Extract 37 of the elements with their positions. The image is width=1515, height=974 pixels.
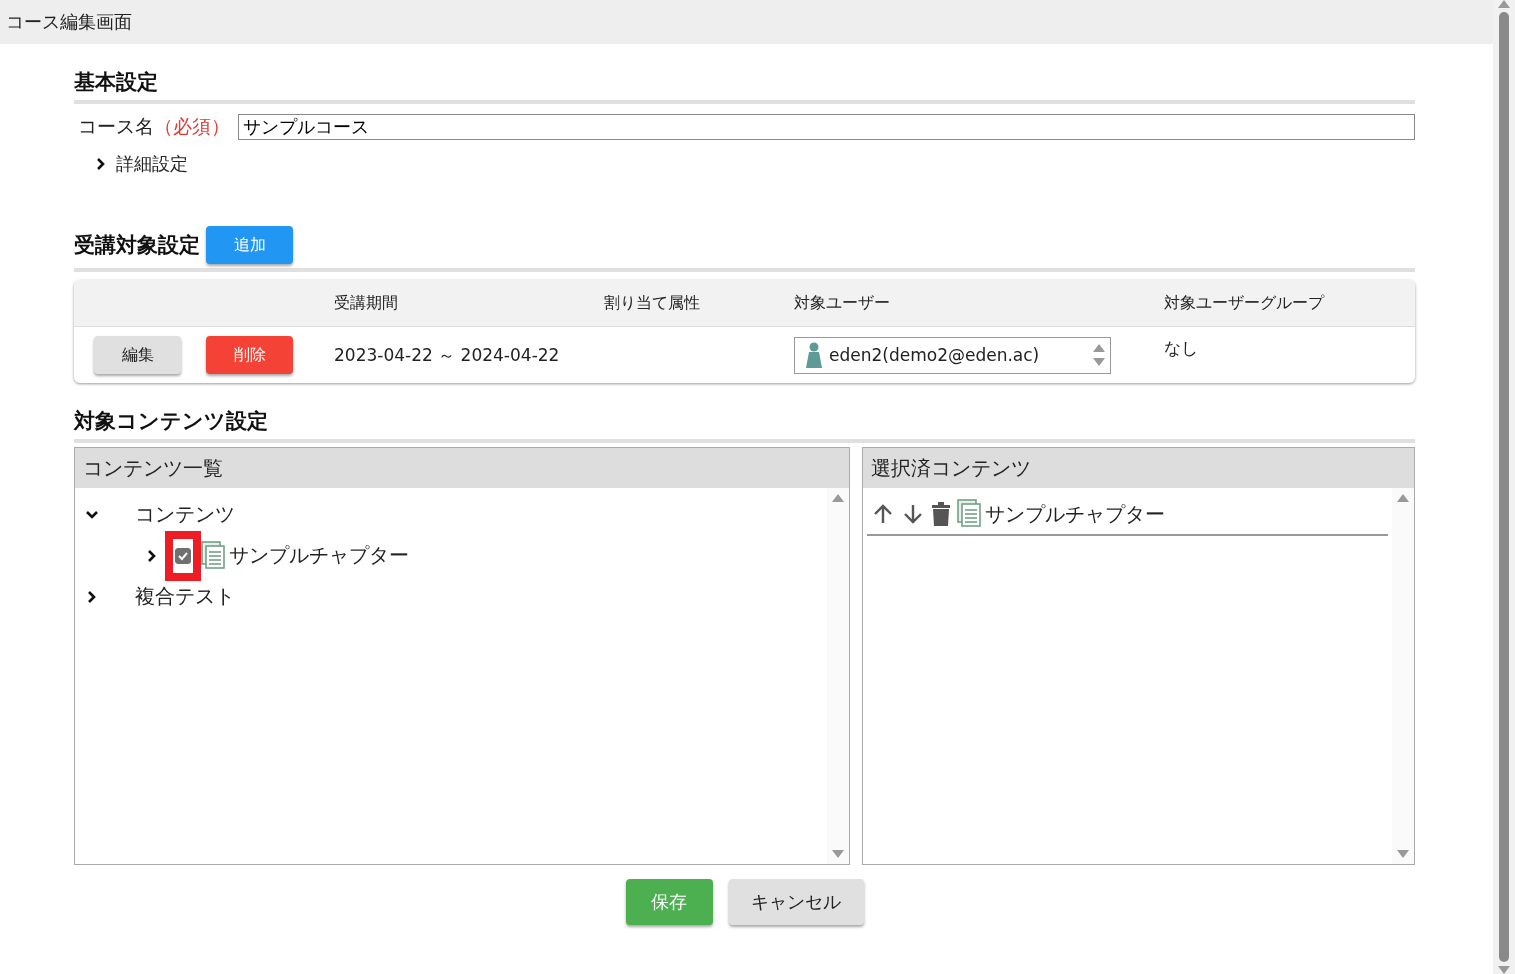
- tree-item[interactable]: コンテンツ: [135, 501, 235, 528]
- checkbox[interactable]: [175, 547, 191, 564]
- person-icon: [805, 342, 823, 368]
- column-header: 対象ユーザーグループ: [1164, 292, 1326, 314]
- scrollbar[interactable]: [1493, 0, 1515, 974]
- cancel-button[interactable]: キャンセル: [728, 879, 864, 925]
- field-label: コース名: [78, 114, 154, 139]
- spin-up-icon[interactable]: [1498, 0, 1510, 8]
- user-list[interactable]: eden2(demo2@eden.ac): [794, 336, 1111, 374]
- window-title: コース編集画面: [0, 0, 1493, 44]
- details-toggle[interactable]: 詳細設定: [116, 152, 188, 176]
- section-heading: 対象コンテンツ設定: [74, 408, 268, 435]
- tree-item[interactable]: サンプルチャプター: [229, 542, 409, 569]
- course-name-field[interactable]: サンプルコース: [238, 114, 1415, 140]
- spin-down-icon[interactable]: [832, 850, 845, 858]
- spin-down-icon[interactable]: [1397, 850, 1409, 858]
- trash-icon[interactable]: [931, 502, 952, 526]
- spin-up-icon[interactable]: [832, 494, 845, 502]
- delete-button[interactable]: 削除: [206, 336, 293, 374]
- table-cell: なし: [1164, 337, 1198, 360]
- selected-item: サンプルチャプター: [985, 500, 1166, 528]
- panel-title: 選択済コンテンツ: [863, 448, 1414, 488]
- user-option[interactable]: eden2(demo2@eden.ac): [829, 345, 1040, 365]
- spin-down-icon[interactable]: [1093, 358, 1105, 366]
- table-cell-text: 2023-04-22 ～ 2024-04-22: [334, 343, 561, 367]
- spin-up-icon[interactable]: [1093, 344, 1105, 352]
- spin-down-icon[interactable]: [1498, 966, 1510, 974]
- column-header: 対象ユーザー: [794, 292, 891, 314]
- spin-up-icon[interactable]: [1397, 494, 1409, 502]
- column-header: 受講期間: [334, 292, 399, 314]
- tree-item[interactable]: 複合テスト: [135, 583, 235, 610]
- section-heading: 受講対象設定: [74, 232, 200, 259]
- section-heading: 基本設定: [74, 69, 158, 96]
- required-mark: （必須）: [154, 114, 230, 139]
- panel-title: コンテンツ一覧: [75, 448, 850, 488]
- edit-button[interactable]: 編集: [94, 336, 181, 374]
- column-header: 割り当て属性: [604, 292, 701, 314]
